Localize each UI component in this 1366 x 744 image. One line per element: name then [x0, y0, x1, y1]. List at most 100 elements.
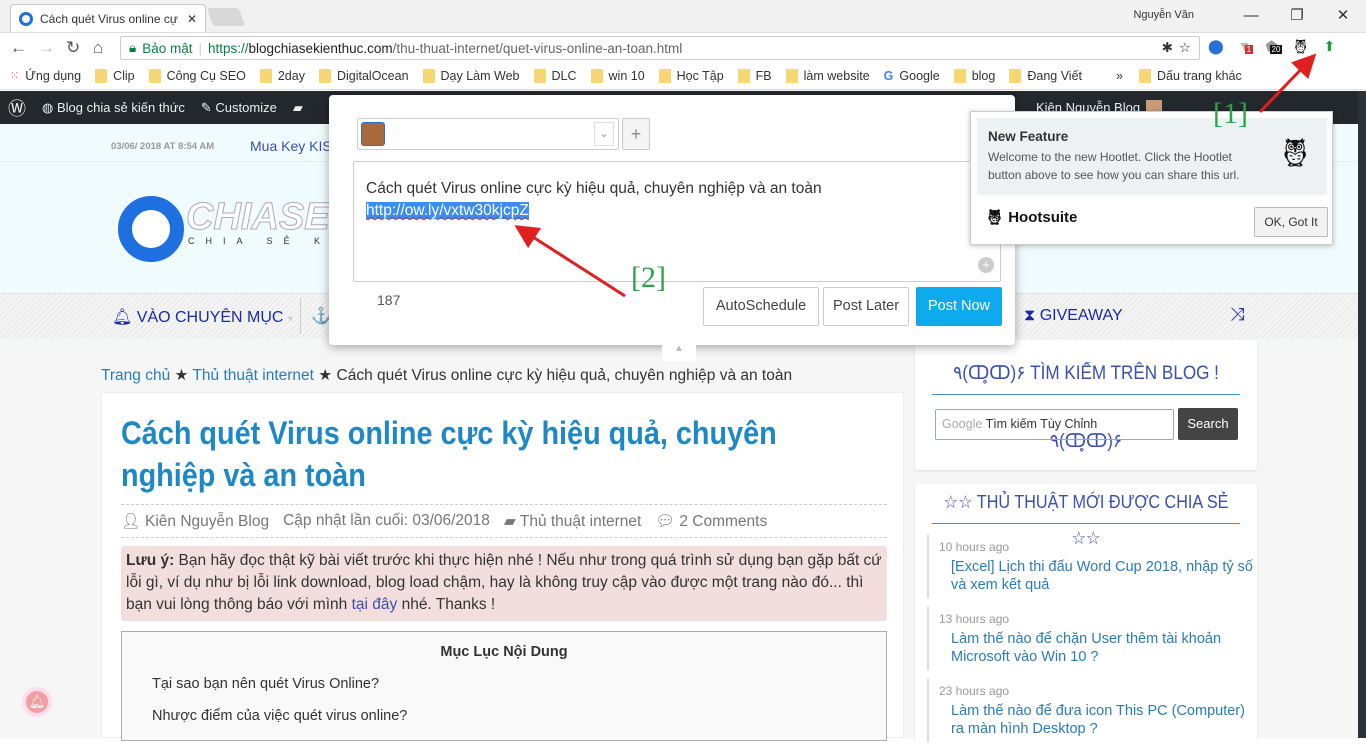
- bookmark-item[interactable]: DLC: [533, 68, 577, 83]
- post-link[interactable]: [Excel] Lịch thi đấu Word Cup 2018, nhập…: [951, 558, 1257, 594]
- breadcrumb-separator: ★: [174, 367, 189, 384]
- bookmark-item[interactable]: win 10: [590, 68, 645, 83]
- url-path: /thu-thuat-internet/quet-virus-online-an…: [392, 40, 683, 56]
- bookmark-item[interactable]: làm website: [785, 68, 870, 83]
- shuffle-icon[interactable]: ⤨: [1230, 304, 1244, 325]
- blocked-plugin-icon[interactable]: ✱: [1162, 40, 1173, 56]
- table-of-contents: Mục Lục Nội Dung Tại sao bạn nên quét Vi…: [121, 631, 887, 741]
- author[interactable]: 👤︎ Kiên Nguyễn Blog: [121, 512, 269, 531]
- bookmark-item[interactable]: Đang Viết: [1009, 68, 1082, 83]
- address-bar[interactable]: 🔒︎ Bảo mật | https://blogchiasekienthuc.…: [120, 36, 1200, 60]
- message-textarea[interactable]: Cách quét Virus online cực kỳ hiệu quả, …: [353, 161, 1001, 282]
- hootlet-composer-popup: ⌄ + Cách quét Virus online cực kỳ hiệu q…: [329, 95, 1015, 361]
- comments-icon[interactable]: ▰: [293, 100, 303, 116]
- bookmark-item[interactable]: FB: [737, 68, 772, 83]
- notice-link[interactable]: tại đây: [352, 596, 398, 613]
- hootlet-owl-icon[interactable]: 🦉︎: [1292, 38, 1310, 55]
- toc-item[interactable]: Nhược điểm của việc quét virus online?: [152, 708, 886, 724]
- notification-bell-button[interactable]: 🔔︎: [22, 687, 52, 717]
- site-date: 03/06/ 2018 AT 8:54 AM: [111, 141, 215, 152]
- badge: 1: [1244, 45, 1254, 54]
- other-bookmarks[interactable]: Dấu trang khác: [1138, 68, 1242, 83]
- collapse-arrow-icon[interactable]: ▲: [662, 341, 696, 361]
- folder-icon: [737, 68, 750, 83]
- wp-customize-link[interactable]: ✎ Customize: [201, 100, 277, 116]
- extension-icon[interactable]: ⬤: [1208, 38, 1224, 55]
- bookmark-google[interactable]: G Google: [884, 69, 940, 83]
- toc-item[interactable]: Tại sao bạn nên quét Virus Online?: [152, 676, 886, 692]
- url-scheme: https://: [207, 40, 249, 56]
- anchor-icon[interactable]: ⚓: [311, 306, 331, 326]
- post-link[interactable]: Làm thế nào để chặn User thêm tài khoản …: [951, 630, 1257, 666]
- folder-icon: [533, 68, 546, 83]
- account-select[interactable]: ⌄: [357, 118, 619, 150]
- bookmark-item[interactable]: 2day: [259, 68, 305, 83]
- more-bookmarks-button[interactable]: »: [1116, 69, 1123, 83]
- scrollbar[interactable]: [1358, 91, 1366, 738]
- bookmark-item[interactable]: Học Tập: [658, 68, 724, 83]
- breadcrumb: Trang chủ ★ Thủ thuật internet ★ Cách qu…: [101, 366, 792, 385]
- nav-item-categories[interactable]: 🔔︎ VÀO CHUYÊN MỤC ▾: [112, 307, 293, 327]
- breadcrumb-current: Cách quét Virus online cực kỳ hiệu quả, …: [336, 367, 793, 384]
- article-meta: 👤︎ Kiên Nguyễn Blog Cập nhật lần cuối: 0…: [121, 504, 887, 538]
- site-logo[interactable]: CHIASEKIE CHIA SẺ KI: [118, 196, 393, 262]
- restore-icon[interactable]: ❐: [1274, 6, 1320, 24]
- forward-icon[interactable]: →: [38, 38, 55, 58]
- url-host: blogchiasekienthuc.com: [248, 40, 393, 56]
- close-tab-icon[interactable]: ✕: [187, 12, 197, 26]
- comments-link[interactable]: 💬︎ 2 Comments: [655, 512, 767, 531]
- add-media-icon[interactable]: +: [978, 257, 994, 273]
- comment-count: 2 Comments: [679, 512, 768, 530]
- home-icon[interactable]: ⌂: [93, 38, 103, 58]
- bookmark-label: 2day: [277, 68, 305, 83]
- add-account-button[interactable]: +: [622, 118, 650, 150]
- autoschedule-button[interactable]: AutoSchedule: [703, 287, 819, 326]
- breadcrumb-home[interactable]: Trang chủ: [101, 367, 170, 384]
- bookmark-item[interactable]: Clip: [95, 68, 135, 83]
- back-icon[interactable]: ←: [10, 38, 27, 58]
- author-name: Kiên Nguyễn Blog: [144, 512, 270, 530]
- short-link: http://ow.ly/vxtw30kjcpZ: [366, 202, 529, 219]
- breadcrumb-category[interactable]: Thủ thuật internet: [192, 367, 314, 384]
- search-button[interactable]: Search: [1178, 408, 1238, 440]
- bookmark-item[interactable]: blog: [953, 68, 995, 83]
- bell-icon: 🔔︎: [28, 694, 46, 709]
- wp-site-link[interactable]: ◍ Blog chia sẻ kiến thức: [42, 100, 185, 116]
- browser-tab[interactable]: Cách quét Virus online cự ✕: [10, 4, 206, 32]
- lock-icon: 🔒︎: [129, 40, 137, 55]
- sidebar: ٩(ↀ̥ↀ)۶ TÌM KIẾM TRÊN BLOG ! ٩(ↀ̥ↀ)۶ Goo…: [915, 340, 1257, 744]
- bookmark-item[interactable]: Công Cụ SEO: [148, 68, 246, 83]
- news-ticker[interactable]: Mua Key KIS: [250, 138, 332, 154]
- shield-extension-icon[interactable]: ▼1: [1238, 38, 1254, 55]
- owl-icon: 🦉︎: [1277, 137, 1313, 168]
- ok-got-it-button[interactable]: OK, Got It: [1254, 207, 1328, 237]
- wordpress-logo-icon[interactable]: Ⓦ: [8, 95, 26, 121]
- bookmark-label: Dấu trang khác: [1156, 68, 1242, 83]
- nav-item-giveaway[interactable]: ⧗ GIVEAWAY: [1024, 307, 1123, 325]
- character-count: 187: [377, 292, 401, 308]
- logo-icon: [118, 196, 184, 262]
- post-later-button[interactable]: Post Later: [823, 287, 909, 326]
- green-up-icon[interactable]: ⬆: [1323, 38, 1335, 55]
- minimize-icon[interactable]: —: [1228, 7, 1274, 24]
- bookmark-apps[interactable]: ⁙ Ứng dụng: [10, 69, 81, 83]
- chevron-down-icon[interactable]: ⌄: [594, 122, 614, 146]
- adblock-extension-icon[interactable]: ⬟20: [1266, 38, 1283, 55]
- browser-toolbar: ← → ↻ ⌂ 🔒︎ Bảo mật | https://blogchiasek…: [0, 32, 1366, 62]
- close-window-icon[interactable]: ✕: [1320, 6, 1366, 24]
- reload-icon[interactable]: ↻: [66, 38, 80, 58]
- dashboard-icon: ◍: [42, 99, 57, 115]
- post-now-button[interactable]: Post Now: [916, 287, 1002, 326]
- bookmark-label: DigitalOcean: [336, 68, 409, 83]
- bookmark-item[interactable]: Dạy Làm Web: [422, 68, 520, 83]
- bookmark-label: Clip: [113, 68, 135, 83]
- new-tab-button[interactable]: [206, 8, 246, 26]
- bookmark-star-icon[interactable]: ☆: [1179, 40, 1191, 56]
- search-input[interactable]: Google Tìm kiếm Tùy Chỉnh: [935, 409, 1174, 440]
- post-link[interactable]: Làm thế nào để đưa icon This PC (Compute…: [951, 702, 1257, 738]
- search-widget-title: ٩(ↀ̥ↀ)۶ TÌM KIẾM TRÊN BLOG ! ٩(ↀ̥ↀ)۶: [932, 340, 1240, 452]
- bookmark-item[interactable]: DigitalOcean: [318, 68, 409, 83]
- category-link[interactable]: ▰ Thủ thuật internet: [504, 512, 641, 531]
- notice-label: Lưu ý:: [126, 552, 175, 569]
- profile-name[interactable]: Nguyễn Văn: [1133, 9, 1194, 21]
